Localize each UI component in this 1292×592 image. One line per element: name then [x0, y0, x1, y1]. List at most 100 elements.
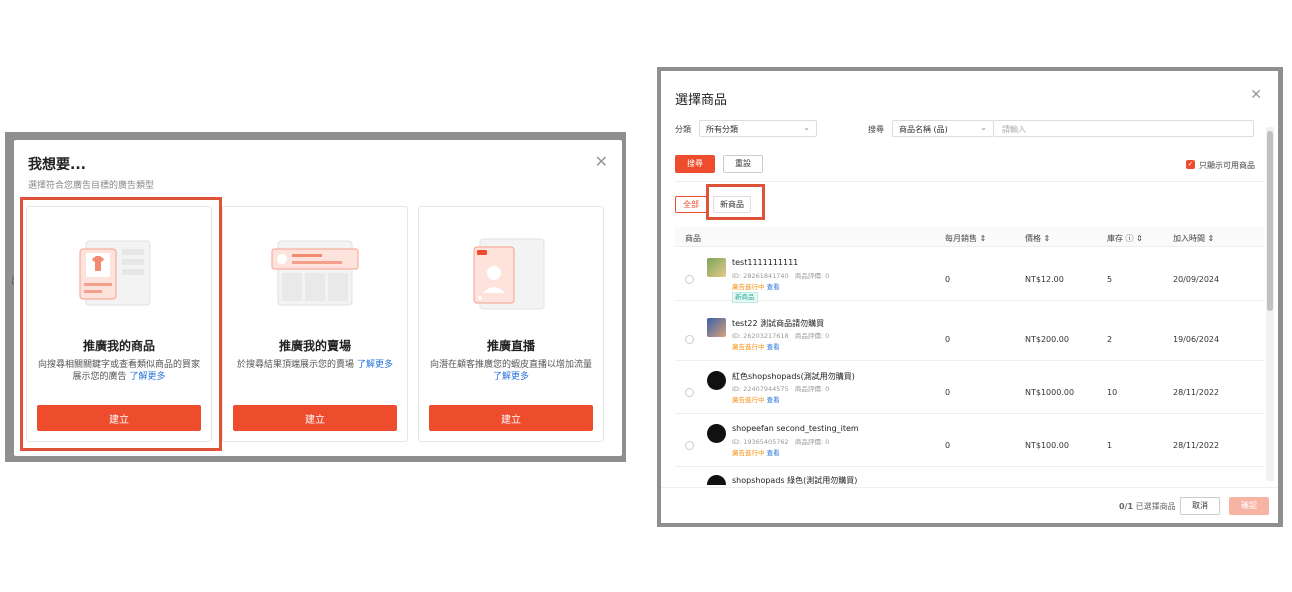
- table-row[interactable]: test1111111111 ID: 28261841740 商品評價: 0 廣…: [675, 248, 1264, 303]
- row-radio[interactable]: [685, 441, 694, 450]
- selected-count: 0/1: [1119, 502, 1134, 511]
- modal-subtitle: 選擇符合您廣告目標的廣告類型: [28, 181, 155, 191]
- column-added-time-label: 加入時間: [1173, 234, 1205, 243]
- product-meta: ID: 22407944575 商品評價: 0: [732, 383, 829, 393]
- category-select[interactable]: 所有分類 ⌄: [699, 120, 817, 137]
- product-name: shopeefan second_testing_item: [732, 424, 859, 433]
- product-rating: 商品評價: 0: [794, 332, 830, 340]
- price: NT$100.00: [1025, 441, 1069, 450]
- product-rating: 商品評價: 0: [794, 438, 830, 446]
- ad-status: 廣告進行中: [732, 343, 765, 351]
- ad-status: 廣告進行中: [732, 449, 765, 457]
- product-status: 廣告進行中 查看: [732, 341, 780, 351]
- table-row[interactable]: shopeefan second_testing_item ID: 193654…: [675, 414, 1264, 467]
- close-icon[interactable]: ✕: [595, 152, 608, 171]
- card-promote-shop[interactable]: 推廣我的賣場 於搜尋結果頂端展示您的賣場 了解更多 建立: [222, 206, 408, 442]
- ad-status: 廣告進行中: [732, 283, 765, 291]
- view-link[interactable]: 查看: [767, 449, 780, 457]
- shop-illustration-icon: [271, 240, 359, 306]
- stock: 5: [1107, 275, 1113, 284]
- product-meta: ID: 28261841740 商品評價: 0: [732, 270, 829, 280]
- monthly-sales: 0: [945, 335, 951, 344]
- card-description-text: 於搜尋結果頂端展示您的賣場: [237, 360, 355, 370]
- monthly-sales: 0: [945, 275, 951, 284]
- category-value: 所有分類: [706, 125, 738, 134]
- table-header: 商品 每月銷售 ⇕ 價格 ⇕ 庫存 ⓘ ⇕ 加入時間 ⇕: [675, 227, 1264, 247]
- ad-status: 廣告進行中: [732, 396, 765, 404]
- price: NT$1000.00: [1025, 388, 1075, 397]
- sort-icon: ⇕: [1043, 234, 1051, 243]
- close-icon[interactable]: ✕: [1250, 87, 1262, 103]
- right-screenshot: 選擇商品 ✕ 分類 所有分類 ⌄ 搜尋 商品名稱 (品) ⌄ 請輸入 搜尋 重設…: [657, 67, 1283, 527]
- column-monthly-sales-label: 每月銷售: [945, 234, 977, 243]
- column-price[interactable]: 價格 ⇕: [1025, 233, 1050, 244]
- product-rating: 商品評價: 0: [794, 272, 830, 280]
- column-added-time[interactable]: 加入時間 ⇕: [1173, 233, 1214, 244]
- product-thumbnail: [707, 371, 726, 390]
- card-title: 推廣我的賣場: [278, 339, 351, 353]
- select-product-modal: 選擇商品 ✕ 分類 所有分類 ⌄ 搜尋 商品名稱 (品) ⌄ 請輸入 搜尋 重設…: [661, 71, 1278, 523]
- column-monthly-sales[interactable]: 每月銷售 ⇕: [945, 233, 986, 244]
- learn-more-link[interactable]: 了解更多: [493, 372, 529, 382]
- monthly-sales: 0: [945, 388, 951, 397]
- stock: 2: [1107, 335, 1113, 344]
- new-product-badge: 新商品: [732, 292, 758, 303]
- table-row[interactable]: test22 測試商品請勿購買 ID: 26203217618 商品評價: 0 …: [675, 308, 1264, 361]
- card-description: 於搜尋結果頂端展示您的賣場 了解更多: [231, 359, 399, 371]
- chevron-down-icon: ⌄: [803, 123, 810, 132]
- card-promote-live[interactable]: 推廣直播 向潛在顧客推廣您的蝦皮直播以增加流量 了解更多 建立: [418, 206, 604, 442]
- product-meta: ID: 26203217618 商品評價: 0: [732, 330, 829, 340]
- create-live-ad-button[interactable]: 建立: [429, 405, 593, 431]
- row-radio[interactable]: [685, 388, 694, 397]
- product-thumbnail: [707, 475, 726, 485]
- stock: 10: [1107, 388, 1118, 397]
- product-id: ID: 28261841740: [732, 272, 789, 280]
- view-link[interactable]: 查看: [767, 343, 780, 351]
- search-type-value: 商品名稱 (品): [899, 125, 948, 134]
- cancel-button[interactable]: 取消: [1180, 497, 1220, 515]
- product-name: test1111111111: [732, 258, 799, 267]
- product-name: test22 測試商品請勿購買: [732, 319, 825, 328]
- product-thumbnail: [707, 258, 726, 277]
- product-name: shopshopads 綠色(測試用勿購買): [732, 476, 858, 485]
- selected-count-text: 0/1 已選擇商品: [1119, 501, 1176, 512]
- scrollbar-thumb[interactable]: [1267, 131, 1273, 311]
- table-row[interactable]: 紅色shopshopads(測試用勿購買) ID: 22407944575 商品…: [675, 361, 1264, 414]
- only-available-label: 只顯示可用商品: [1199, 161, 1255, 170]
- product-rating: 商品評價: 0: [794, 385, 830, 393]
- reset-button[interactable]: 重設: [723, 155, 763, 173]
- product-id: ID: 19365405762: [732, 438, 789, 446]
- product-thumbnail: [707, 318, 726, 337]
- highlight-box-new-products-tab: [706, 184, 765, 220]
- live-illustration-icon: [473, 238, 545, 310]
- column-stock[interactable]: 庫存 ⓘ ⇕: [1107, 233, 1143, 244]
- create-shop-ad-button[interactable]: 建立: [233, 405, 397, 431]
- card-description-text: 向潛在顧客推廣您的蝦皮直播以增加流量: [429, 360, 592, 370]
- product-status: 廣告進行中 查看: [732, 447, 780, 457]
- product-id: ID: 22407944575: [732, 385, 789, 393]
- monthly-sales: 0: [945, 441, 951, 450]
- sort-icon: ⇕: [1136, 234, 1143, 243]
- learn-more-link[interactable]: 了解更多: [357, 360, 393, 370]
- tab-all[interactable]: 全部: [675, 196, 707, 213]
- search-input[interactable]: 請輸入: [994, 120, 1254, 137]
- stock: 1: [1107, 441, 1113, 450]
- modal-title: 我想要...: [28, 157, 86, 173]
- table-row[interactable]: shopshopads 綠色(測試用勿購買): [675, 467, 1264, 485]
- row-radio[interactable]: [685, 335, 694, 344]
- search-type-select[interactable]: 商品名稱 (品) ⌄: [892, 120, 994, 137]
- confirm-button[interactable]: 確認: [1229, 497, 1269, 515]
- product-name: 紅色shopshopads(測試用勿購買): [732, 372, 855, 381]
- view-link[interactable]: 查看: [767, 396, 780, 404]
- view-link[interactable]: 查看: [767, 283, 780, 291]
- row-radio[interactable]: [685, 275, 694, 284]
- added-date: 28/11/2022: [1173, 388, 1220, 397]
- only-available-checkbox[interactable]: ✓: [1186, 160, 1195, 169]
- column-product: 商品: [685, 234, 701, 243]
- product-id: ID: 26203217618: [732, 332, 789, 340]
- divider: [661, 487, 1278, 488]
- column-price-label: 價格: [1025, 234, 1041, 243]
- search-button[interactable]: 搜尋: [675, 155, 715, 173]
- price: NT$12.00: [1025, 275, 1064, 284]
- sort-icon: ⇕: [979, 234, 987, 243]
